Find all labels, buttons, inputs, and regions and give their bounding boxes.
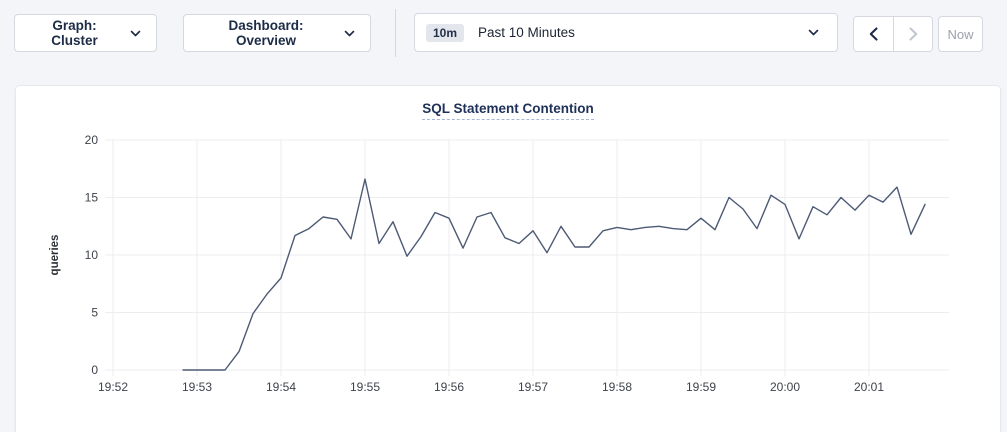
time-range-badge: 10m [426, 24, 464, 42]
chevron-right-icon [909, 27, 918, 41]
x-tick-label: 20:01 [854, 380, 884, 394]
time-range-label: Past 10 Minutes [478, 25, 575, 40]
x-tick-label: 19:53 [182, 380, 212, 394]
y-tick-label: 5 [91, 306, 98, 320]
y-tick-label: 10 [85, 248, 99, 262]
toolbar-divider [395, 9, 396, 57]
now-button-label: Now [947, 27, 973, 42]
queries-line-series [183, 179, 925, 370]
x-tick-label: 19:55 [350, 380, 380, 394]
chevron-down-icon [130, 30, 141, 37]
x-tick-label: 19:59 [686, 380, 716, 394]
time-range-picker[interactable]: 10m Past 10 Minutes [414, 13, 838, 52]
chevron-down-icon [344, 30, 355, 37]
toolbar: Graph: Cluster Dashboard: Overview 10m P… [0, 0, 1007, 66]
chevron-down-icon [808, 29, 819, 36]
time-window-nav [853, 16, 933, 52]
sql-statement-contention-chart: 19:52 19:53 19:54 19:55 19:56 19:57 19:58 19:59… [16, 86, 1002, 432]
x-tick-label: 19:57 [518, 380, 548, 394]
y-tick-label: 20 [85, 133, 99, 147]
next-time-window-button[interactable] [893, 17, 932, 51]
x-tick-label: 19:56 [434, 380, 464, 394]
y-tick-label: 15 [85, 191, 99, 205]
x-tick-label: 19:52 [98, 380, 128, 394]
chevron-left-icon [869, 27, 878, 41]
dashboard-dropdown-label: Dashboard: Overview [199, 18, 333, 48]
now-button[interactable]: Now [938, 16, 983, 52]
x-tick-label: 19:58 [602, 380, 632, 394]
chart-panel: SQL Statement Contention 19:5219:5319:54… [15, 85, 1001, 432]
y-axis-label: queries [49, 235, 61, 276]
dashboard-dropdown[interactable]: Dashboard: Overview [183, 14, 371, 52]
x-tick-label: 19:54 [266, 380, 296, 394]
graph-dropdown[interactable]: Graph: Cluster [14, 14, 157, 52]
y-tick-label: 0 [91, 363, 98, 377]
prev-time-window-button[interactable] [854, 17, 893, 51]
db-console-metrics-page: Graph: Cluster Dashboard: Overview 10m P… [0, 0, 1007, 432]
x-tick-label: 20:00 [770, 380, 800, 394]
graph-dropdown-label: Graph: Cluster [30, 18, 119, 48]
